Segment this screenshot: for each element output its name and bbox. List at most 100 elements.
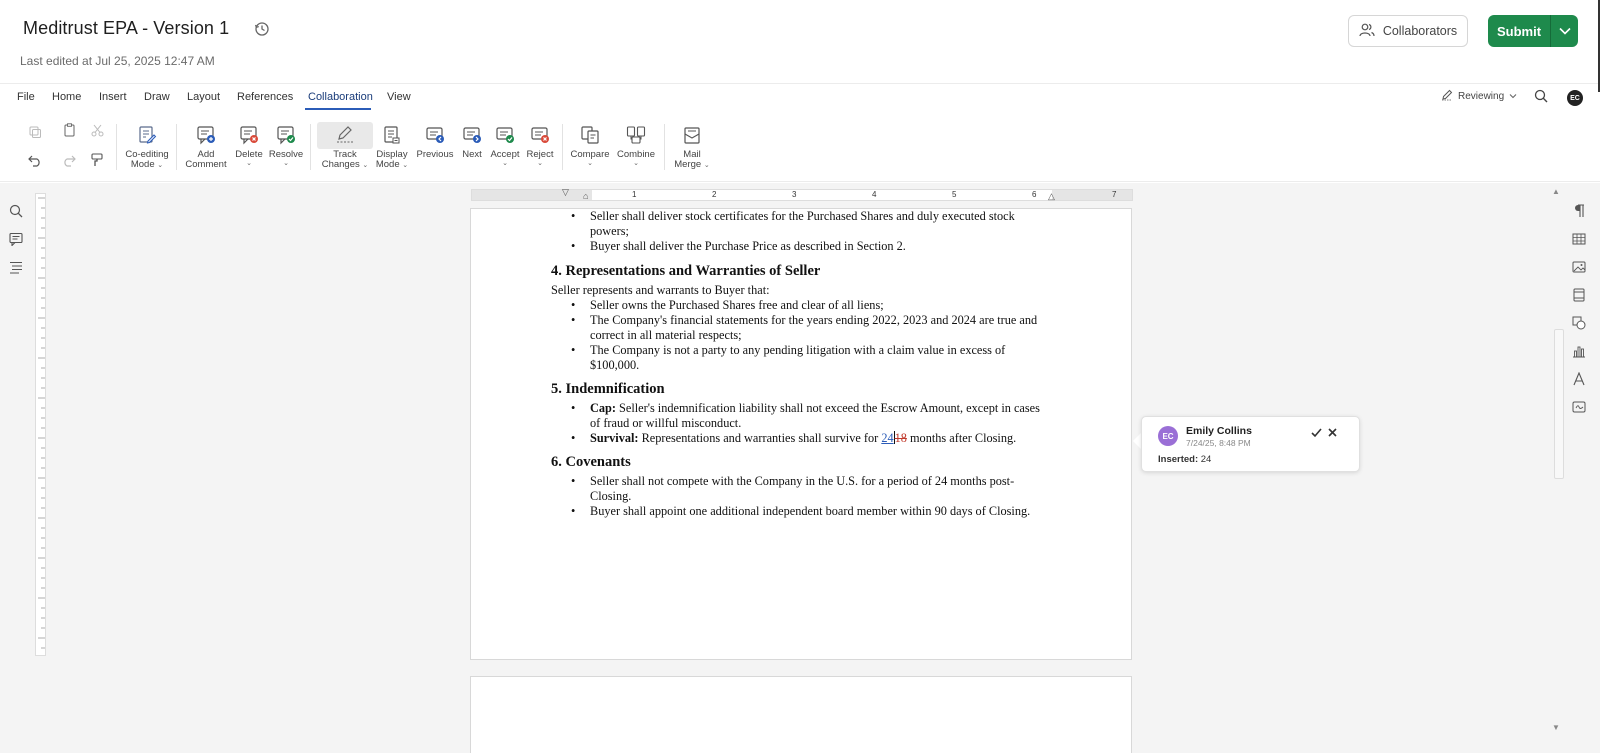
survival-text-after: months after Closing. [906,431,1017,445]
track-changes-button[interactable]: Track Changes ⌄ [317,122,373,169]
ribbon-separator [664,124,665,170]
chart-icon[interactable] [1571,343,1587,359]
redo-icon[interactable] [61,153,77,169]
document-title[interactable]: Meditrust EPA - Version 1 [23,18,229,39]
comment-timestamp: 7/24/25, 8:48 PM [1186,438,1251,448]
cut-icon[interactable] [89,122,105,138]
menu-view[interactable]: View [387,91,411,103]
document-page-2[interactable] [470,676,1132,753]
vertical-ruler-ticks [38,197,45,649]
ribbon-separator [562,124,563,170]
compare-button[interactable]: Compare ⌄ [570,124,610,168]
menu-collaboration[interactable]: Collaboration [308,91,373,103]
list-item[interactable]: Seller owns the Purchased Shares free an… [571,298,1051,313]
horizontal-ruler[interactable]: 1 2 3 4 5 6 7 ▽ ⌂ △ [471,187,1133,202]
menu-home[interactable]: Home [52,91,81,103]
ruler-number: 7 [1112,190,1117,199]
delete-label: Delete [235,149,263,160]
list-item[interactable]: Buyer shall deliver the Purchase Price a… [571,239,1051,254]
table-icon[interactable] [1571,231,1587,247]
list-item[interactable]: Cap: Seller's indemnification liability … [571,401,1051,431]
tracked-change-card[interactable]: EC Emily Collins 7/24/25, 8:48 PM Insert… [1141,416,1360,472]
resolve-label: Resolve [268,149,304,160]
change-value: 24 [1200,454,1212,465]
combine-button[interactable]: Combine ⌄ [616,124,656,168]
reviewing-mode-dropdown[interactable]: Reviewing [1441,89,1517,104]
reviewing-label: Reviewing [1458,91,1505,102]
cap-text: Seller's indemnification liability shall… [590,401,1040,430]
track-changes-icon [334,124,356,144]
collaborators-button[interactable]: Collaborators [1348,15,1468,47]
image-icon[interactable] [1571,259,1587,275]
add-comment-button[interactable]: Add Comment [184,124,228,169]
tracked-deletion[interactable]: 18 [895,431,907,445]
delete-comment-button[interactable]: Delete ⌄ [232,124,266,168]
paragraph-icon[interactable] [1571,203,1587,219]
section-4-intro[interactable]: Seller represents and warrants to Buyer … [551,283,1051,298]
next-change-icon [461,124,483,146]
list-item[interactable]: Seller shall deliver stock certificates … [571,209,1051,239]
first-line-indent-marker[interactable]: ▽ [562,187,569,198]
text-art-icon[interactable] [1571,371,1587,387]
section-5-heading[interactable]: 5. Indemnification [551,381,1051,398]
search-icon[interactable] [1534,89,1548,108]
chevron-down-icon: ⌄ [633,159,639,167]
accept-change-button[interactable]: Accept ⌄ [488,124,522,168]
accept-change-check-icon[interactable] [1310,426,1323,444]
reject-change-button[interactable]: Reject ⌄ [524,124,556,168]
last-edited-timestamp: Last edited at Jul 25, 2025 12:47 AM [20,54,215,68]
chevron-down-icon: ⌄ [502,159,508,167]
format-painter-icon[interactable] [89,152,105,168]
shapes-icon[interactable] [1571,315,1587,331]
outline-icon[interactable] [8,259,24,275]
undo-icon[interactable] [27,153,43,169]
find-icon[interactable] [8,203,24,219]
document-body[interactable]: Seller shall deliver stock certificates … [551,209,1051,519]
copy-icon[interactable] [27,124,43,140]
next-change-button[interactable]: Next [460,124,484,160]
document-page[interactable]: Seller shall deliver stock certificates … [470,208,1132,660]
signature-icon[interactable] [1571,399,1587,415]
add-comment-label-line2: Comment [185,158,227,170]
right-indent-marker[interactable]: △ [1048,191,1055,202]
list-item[interactable]: Survival: Representations and warranties… [571,431,1051,446]
tracked-insertion[interactable]: 24 [881,431,893,445]
vertical-ruler[interactable] [35,193,46,656]
chevron-down-icon: ⌄ [587,159,593,167]
ribbon-toolbar: Co-editing Mode ⌄ Add Comment Delete ⌄ R… [0,112,1600,182]
list-item[interactable]: The Company is not a party to any pendin… [571,343,1051,373]
display-mode-button[interactable]: Display Mode ⌄ [374,124,410,170]
reject-change-close-icon[interactable] [1326,426,1339,444]
mail-merge-button[interactable]: Mail Merge ⌄ [672,124,712,170]
user-avatar[interactable]: EC [1567,90,1583,106]
menu-draw[interactable]: Draw [144,91,170,103]
resolve-comment-button[interactable]: Resolve ⌄ [268,124,304,168]
submit-options-button[interactable] [1550,15,1578,47]
chevron-down-icon: ⌄ [362,161,369,169]
display-mode-icon [381,124,403,146]
header-footer-icon[interactable] [1571,287,1587,303]
menu-bar: File Home Insert Draw Layout References … [0,84,1600,112]
menu-insert[interactable]: Insert [99,91,127,103]
list-item[interactable]: Buyer shall appoint one additional indep… [571,504,1051,519]
scroll-down-arrow-icon[interactable]: ▼ [1552,723,1560,732]
list-item[interactable]: The Company's financial statements for t… [571,313,1051,343]
list-item[interactable]: Seller shall not compete with the Compan… [571,474,1051,504]
menu-references[interactable]: References [237,91,293,103]
paste-icon[interactable] [61,122,77,138]
menu-layout[interactable]: Layout [187,91,220,103]
left-indent-marker[interactable]: ⌂ [583,191,588,201]
coediting-mode-button[interactable]: Co-editing Mode ⌄ [124,124,170,170]
ruler-left-margin [472,190,592,200]
history-icon[interactable] [253,20,271,38]
ruler-number: 4 [872,190,877,199]
section-4-heading[interactable]: 4. Representations and Warranties of Sel… [551,263,1051,280]
menu-file[interactable]: File [17,91,35,103]
submit-button[interactable]: Submit [1488,15,1550,47]
comments-icon[interactable] [8,231,24,247]
section-6-heading[interactable]: 6. Covenants [551,454,1051,471]
ruler-number: 6 [1032,190,1037,199]
vertical-scrollbar[interactable] [1554,329,1564,479]
previous-change-button[interactable]: Previous [416,124,454,160]
scroll-up-arrow-icon[interactable]: ▲ [1552,187,1560,196]
